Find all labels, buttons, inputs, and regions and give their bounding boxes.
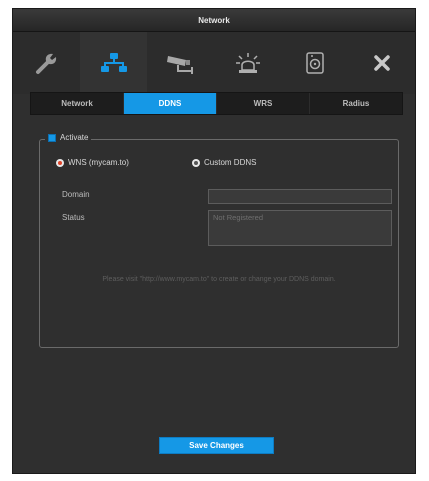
toolbar-wrench[interactable] <box>13 32 80 94</box>
tab-network-label: Network <box>61 99 93 108</box>
custom-ddns-option-label: Custom DDNS <box>204 158 257 167</box>
alarm-icon <box>234 50 262 76</box>
tab-ddns-label: DDNS <box>158 99 182 108</box>
wns-radio[interactable] <box>56 158 64 167</box>
camera-icon <box>164 50 198 76</box>
toolbar-close[interactable] <box>348 32 415 94</box>
ddns-help-text: Please visit "http://www.mycam.to" to cr… <box>102 276 336 283</box>
tab-wrs[interactable]: WRS <box>217 93 310 114</box>
custom-ddns-option[interactable]: Custom DDNS <box>192 158 256 167</box>
toolbar-alarm[interactable] <box>214 32 281 94</box>
toolbar-network[interactable] <box>80 32 147 94</box>
ddns-settings-group: Activate WNS (mycam.to) Custom DDNS Doma… <box>39 133 399 348</box>
tab-network[interactable]: Network <box>31 93 124 114</box>
wrench-icon <box>34 50 60 76</box>
network-settings-window: Network Network DDNS WRS Radius Activate… <box>12 8 416 474</box>
domain-input[interactable] <box>208 189 392 204</box>
save-changes-button[interactable]: Save Changes <box>159 437 274 454</box>
wns-option-label: WNS (mycam.to) <box>68 158 129 167</box>
tab-ddns[interactable]: DDNS <box>124 93 217 114</box>
settings-tabs: Network DDNS WRS Radius <box>30 92 403 115</box>
toolbar-camera[interactable] <box>147 32 214 94</box>
activate-toggle[interactable]: Activate <box>45 133 92 142</box>
tab-radius-label: Radius <box>342 99 370 108</box>
window-title-text: Network <box>198 15 230 25</box>
window-title: Network <box>13 9 415 32</box>
tab-radius[interactable]: Radius <box>310 93 402 114</box>
network-icon <box>99 50 129 76</box>
status-label: Status <box>62 213 85 222</box>
tab-wrs-label: WRS <box>253 99 273 108</box>
wns-option[interactable]: WNS (mycam.to) <box>56 158 129 167</box>
toolbar-storage[interactable] <box>281 32 348 94</box>
custom-ddns-radio[interactable] <box>192 158 200 167</box>
close-icon <box>371 52 393 74</box>
storage-icon <box>304 50 326 76</box>
domain-label: Domain <box>62 190 90 199</box>
status-field: Not Registered <box>208 210 392 246</box>
activate-checkbox[interactable] <box>48 133 56 142</box>
category-toolbar <box>13 32 415 94</box>
activate-label: Activate <box>60 133 89 142</box>
